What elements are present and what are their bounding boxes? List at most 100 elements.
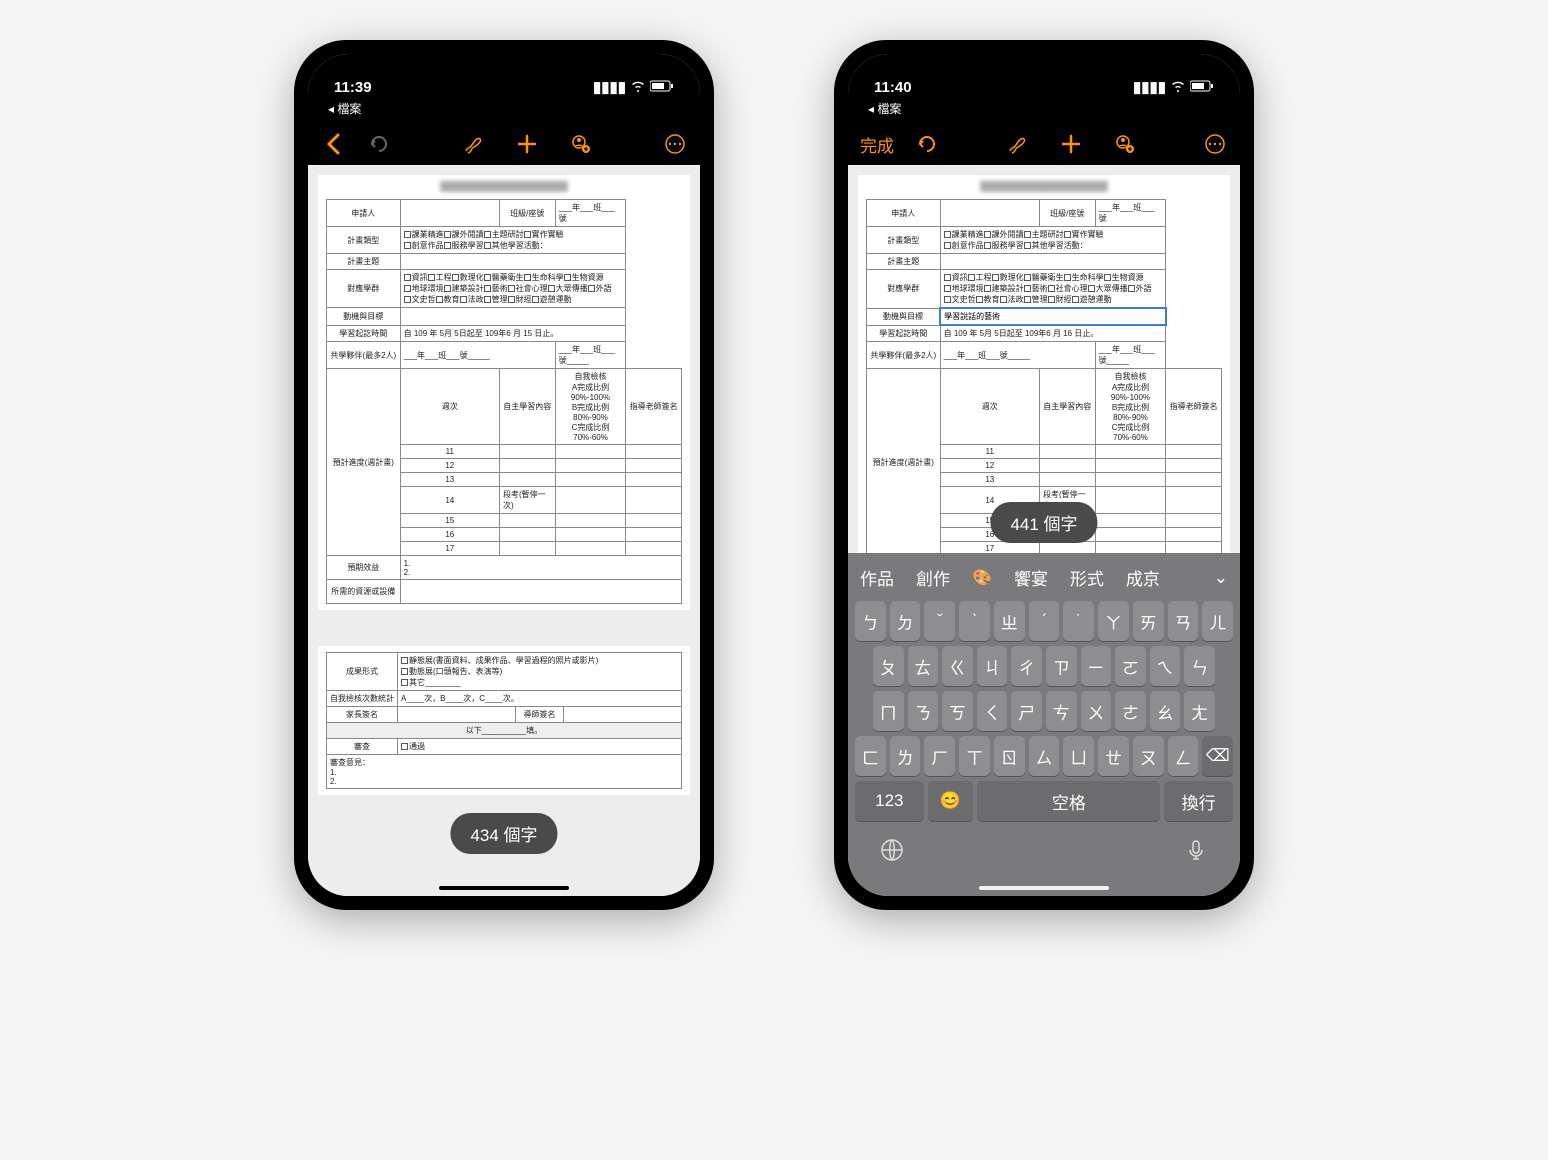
key[interactable]: ⌫	[1202, 736, 1233, 776]
key[interactable]: ㄔ	[1011, 646, 1042, 686]
return-key[interactable]: 換行	[1164, 781, 1233, 821]
key[interactable]: ㄢ	[1168, 601, 1199, 641]
key[interactable]: ㄘ	[1046, 691, 1077, 731]
key[interactable]: ㄑ	[977, 691, 1008, 731]
screen-right: 11:40 ▮▮▮▮ ◂ 檔案 完成	[848, 54, 1240, 896]
brush-icon[interactable]	[460, 131, 486, 157]
suggestion-emoji[interactable]: 🎨	[972, 568, 992, 588]
key[interactable]: ㄒ	[959, 736, 990, 776]
key[interactable]: ㄠ	[1150, 691, 1181, 731]
field-plan-topic[interactable]	[400, 254, 626, 270]
back-to-app[interactable]: ◂ 檔案	[848, 98, 1240, 123]
back-to-app[interactable]: ◂ 檔案	[308, 98, 700, 123]
key[interactable]: ㄐ	[977, 646, 1008, 686]
key[interactable]: ㄙ	[1029, 736, 1060, 776]
key[interactable]: ㄏ	[924, 736, 955, 776]
home-indicator[interactable]	[979, 886, 1109, 890]
key[interactable]: ˋ	[959, 601, 990, 641]
document-page-1[interactable]: ████████████████████ 申請人班級/座號___年___班___…	[318, 175, 690, 610]
key[interactable]: ㄊ	[908, 646, 939, 686]
key[interactable]: ㄕ	[1011, 691, 1042, 731]
suggestion[interactable]: 作品	[860, 565, 894, 590]
globe-icon[interactable]	[880, 838, 904, 868]
field-partner-b[interactable]: ___年___班___號_____	[555, 342, 626, 369]
document-page-1[interactable]: ████████████████████ 申請人班級/座號___年___班___…	[858, 175, 1230, 553]
key[interactable]: ㄎ	[942, 691, 973, 731]
key[interactable]: ㄌ	[890, 736, 921, 776]
emoji-key[interactable]: 😊	[928, 781, 974, 821]
done-button[interactable]: 完成	[860, 132, 894, 157]
key[interactable]: ㄇ	[873, 691, 904, 731]
key[interactable]: ㄍ	[942, 646, 973, 686]
mic-icon[interactable]	[1184, 838, 1208, 868]
field-resource[interactable]	[400, 580, 681, 604]
suggestion[interactable]: 形式	[1070, 565, 1104, 590]
home-indicator[interactable]	[439, 886, 569, 890]
form-table[interactable]: 申請人班級/座號___年___班___號 計畫類型課業精進課外閱讀主題研討實作實…	[326, 199, 682, 604]
chevron-down-icon[interactable]: ⌄	[1214, 568, 1228, 588]
suggestion[interactable]: 饗宴	[1014, 565, 1048, 590]
key[interactable]: ㄦ	[1202, 601, 1233, 641]
group-options[interactable]: 資訊工程數理化醫藥衛生生命科學生物資源地球環境建築設計藝術社會心理大眾傳播外語文…	[400, 270, 626, 308]
week14-note[interactable]: 段考(暫停一次)	[499, 487, 555, 514]
form-table[interactable]: 申請人班級/座號___年___班___號 計畫類型課業精進課外閱讀主題研討實作實…	[866, 199, 1222, 553]
undo-icon[interactable]	[914, 131, 940, 157]
key[interactable]: ˙	[1063, 601, 1094, 641]
key[interactable]: ㄋ	[908, 691, 939, 731]
key[interactable]: ㄡ	[1133, 736, 1164, 776]
avatar-plus-icon[interactable]	[568, 131, 594, 157]
numbers-key[interactable]: 123	[855, 781, 924, 821]
key[interactable]: ㄧ	[1081, 646, 1112, 686]
plus-icon[interactable]	[514, 131, 540, 157]
plan-type-options[interactable]: 課業精進課外閱讀主題研討實作實驗創意作品服務學習其他學習活動：	[400, 227, 626, 254]
key[interactable]: ㄤ	[1184, 691, 1215, 731]
plus-icon[interactable]	[1058, 131, 1084, 157]
field-self-check[interactable]: A____次，B____次，C____次。	[398, 691, 682, 707]
key[interactable]: ㄖ	[994, 736, 1025, 776]
key[interactable]: ㄞ	[1133, 601, 1164, 641]
more-icon[interactable]	[662, 131, 688, 157]
undo-icon[interactable]	[366, 131, 392, 157]
key[interactable]: ㄝ	[1098, 736, 1129, 776]
document-page-2[interactable]: 成果形式靜態展(書面資料、成果作品、學習過程的照片或影片)動態展(口頭報告、表演…	[318, 646, 690, 795]
suggestion[interactable]: 創作	[916, 565, 950, 590]
document-content[interactable]: ████████████████████ 申請人班級/座號___年___班___…	[848, 165, 1240, 553]
field-motivation-editing[interactable]: 學習說話的藝術	[940, 308, 1166, 325]
back-icon[interactable]	[320, 131, 346, 157]
key[interactable]: ˇ	[924, 601, 955, 641]
key[interactable]: ㄩ	[1063, 736, 1094, 776]
suggestion[interactable]: 成京	[1126, 565, 1160, 590]
key-row-2: ㄆㄊㄍㄐㄔㄗㄧㄛㄟㄣ	[855, 646, 1233, 686]
brush-icon[interactable]	[1004, 131, 1030, 157]
key[interactable]: ㄗ	[1046, 646, 1077, 686]
status-time: 11:40	[874, 79, 912, 96]
key[interactable]: ㄥ	[1168, 736, 1199, 776]
label-plan-topic: 計畫主題	[327, 254, 401, 270]
key[interactable]: ㄆ	[873, 646, 904, 686]
key[interactable]: ˊ	[1029, 601, 1060, 641]
key[interactable]: ㄈ	[855, 736, 886, 776]
label-parent-sign: 家長簽名	[327, 707, 398, 723]
key[interactable]: ㄚ	[1098, 601, 1129, 641]
key[interactable]: ㄛ	[1115, 646, 1146, 686]
field-partner-a[interactable]: ___年___班___號_____	[400, 342, 555, 369]
more-icon[interactable]	[1202, 131, 1228, 157]
field-motivation[interactable]	[400, 308, 626, 326]
field-expected[interactable]: 1. 2.	[400, 556, 681, 580]
key[interactable]: ㄨ	[1081, 691, 1112, 731]
field-period[interactable]: 自 109 年 5月 5日起至 109年6 月 15 日止。	[400, 326, 626, 342]
field-class[interactable]: ___年___班___號	[555, 200, 626, 227]
document-content[interactable]: ████████████████████ 申請人班級/座號___年___班___…	[308, 165, 700, 896]
key[interactable]: ㄟ	[1150, 646, 1181, 686]
key[interactable]: ㄅ	[855, 601, 886, 641]
key[interactable]: ㄣ	[1184, 646, 1215, 686]
review-remarks[interactable]: 審查意見： 1. 2.	[327, 755, 682, 789]
key[interactable]: ㄓ	[994, 601, 1025, 641]
result-form-options[interactable]: 靜態展(書面資料、成果作品、學習過程的照片或影片)動態展(口頭報告、表演等)其它…	[398, 653, 682, 691]
label-self-check: 自我檢核次數統計	[327, 691, 398, 707]
review-options[interactable]: 通過	[398, 739, 682, 755]
key[interactable]: ㄉ	[890, 601, 921, 641]
key[interactable]: ㄜ	[1115, 691, 1146, 731]
space-key[interactable]: 空格	[977, 781, 1160, 821]
avatar-plus-icon[interactable]	[1112, 131, 1138, 157]
